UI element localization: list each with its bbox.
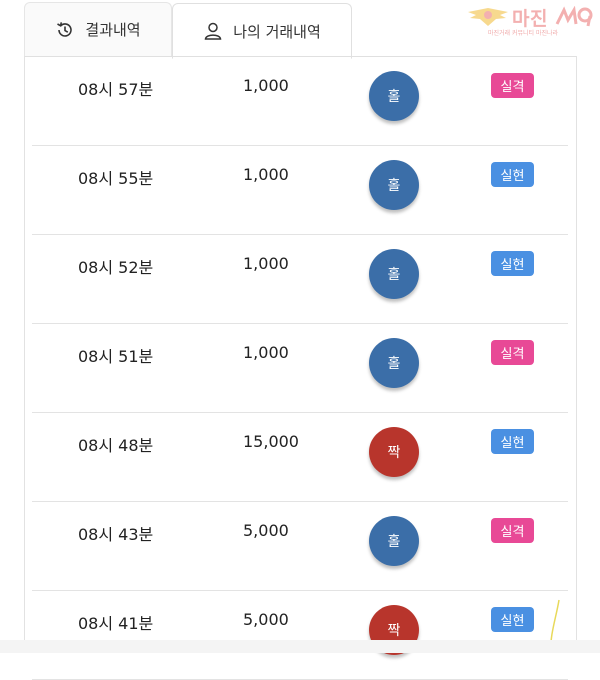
logo-text: 마진 [512, 8, 548, 30]
result-badge: 실현 [491, 607, 534, 632]
logo-subtitle: 마진거래 커뮤니티 마진나라 [488, 30, 559, 37]
trade-history-list: 08시 57분 1,000 홀 실격 08시 55분 1,000 홀 실현 08시 52분 1,0… [32, 57, 568, 680]
pick-label: 홀 [387, 89, 401, 105]
result-label: 실격 [500, 80, 525, 95]
tab-my-trades[interactable]: 나의 거래내역 [172, 3, 352, 59]
trade-time: 08시 51분 [78, 347, 154, 366]
trade-time: 08시 57분 [78, 80, 154, 99]
result-label: 실격 [500, 347, 525, 362]
tab-results[interactable]: 결과내역 [24, 2, 172, 56]
trade-time: 08시 55분 [78, 169, 154, 188]
trade-amount: 1,000 [243, 165, 289, 184]
tab-results-label: 결과내역 [85, 21, 141, 39]
pick-ball: 홀 [369, 160, 419, 210]
pick-label: 홀 [387, 178, 401, 194]
trade-row: 08시 57분 1,000 홀 실격 [32, 57, 568, 146]
pick-ball: 홀 [369, 71, 419, 121]
result-label: 실현 [500, 258, 525, 273]
trade-time: 08시 52분 [78, 258, 154, 277]
result-label: 실현 [500, 436, 525, 451]
pick-ball: 홀 [369, 516, 419, 566]
history-icon [57, 21, 73, 37]
result-badge: 실격 [491, 340, 534, 365]
list-border-left [24, 56, 25, 653]
pick-ball: 짝 [369, 427, 419, 477]
trade-amount: 1,000 [243, 254, 289, 273]
pick-ball: 홀 [369, 249, 419, 299]
result-label: 실현 [500, 169, 525, 184]
trade-amount: 1,000 [243, 76, 289, 95]
user-icon [204, 22, 222, 40]
trade-amount: 5,000 [243, 521, 289, 540]
tab-my-trades-label: 나의 거래내역 [233, 22, 321, 41]
trade-row: 08시 52분 1,000 홀 실현 [32, 235, 568, 324]
wings-emblem-icon [468, 8, 508, 26]
list-border-right [576, 56, 577, 653]
trade-time: 08시 43분 [78, 525, 154, 544]
pick-label: 홀 [387, 267, 401, 283]
result-label: 실격 [500, 525, 525, 540]
result-badge: 실현 [491, 162, 534, 187]
result-badge: 실격 [491, 518, 534, 543]
result-label: 실현 [500, 614, 525, 629]
trade-row: 08시 43분 5,000 홀 실격 [32, 502, 568, 591]
result-badge: 실현 [491, 251, 534, 276]
trade-amount: 1,000 [243, 343, 289, 362]
trade-row: 08시 48분 15,000 짝 실현 [32, 413, 568, 502]
pick-label: 홀 [387, 534, 401, 550]
pick-label: 홀 [387, 356, 401, 372]
trade-time: 08시 41분 [78, 614, 154, 633]
pick-label: 짝 [387, 623, 401, 639]
pick-label: 짝 [387, 445, 401, 461]
watermark-logo: 마진 마진거래 커뮤니티 마진나라 [466, 4, 594, 40]
trade-row: 08시 55분 1,000 홀 실현 [32, 146, 568, 235]
result-badge: 실현 [491, 429, 534, 454]
trade-amount: 5,000 [243, 610, 289, 629]
result-badge: 실격 [491, 73, 534, 98]
logo-mark-icon [555, 6, 593, 27]
trade-row: 08시 51분 1,000 홀 실격 [32, 324, 568, 413]
bottom-bar [0, 640, 600, 653]
trade-row: 08시 41분 5,000 짝 실현 [32, 591, 568, 680]
pick-ball: 홀 [369, 338, 419, 388]
trade-time: 08시 48분 [78, 436, 154, 455]
trade-amount: 15,000 [243, 432, 299, 451]
